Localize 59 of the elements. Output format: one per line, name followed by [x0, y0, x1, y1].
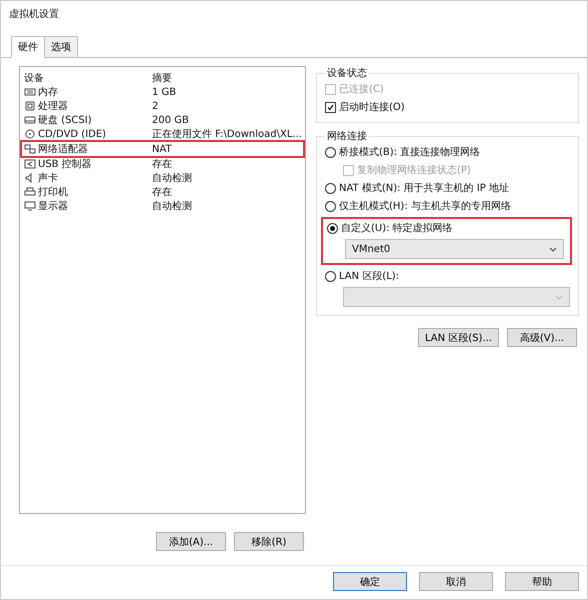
group-title: 网络连接	[326, 130, 368, 143]
device-name: USB 控制器	[38, 158, 92, 171]
device-row[interactable]: USB 控制器 存在	[22, 157, 303, 171]
dialog-button[interactable]: 确定	[333, 572, 407, 591]
monitor-icon	[24, 201, 36, 211]
network-icon	[24, 144, 36, 154]
device-row[interactable]: 内存 1 GB	[22, 85, 303, 99]
device-row[interactable]: 显示器 自动检测	[22, 199, 303, 213]
device-row[interactable]: 网络适配器 NAT	[20, 140, 305, 158]
chip-icon	[24, 101, 36, 111]
device-name: 内存	[38, 86, 58, 99]
device-row[interactable]: 声卡 自动检测	[22, 171, 303, 185]
device-summary: 正在使用文件 F:\Download\XL...	[152, 128, 303, 141]
device-summary: 2	[152, 100, 160, 112]
radio-option[interactable]: 桥接模式(B): 直接连接物理网络	[325, 145, 570, 159]
tab[interactable]: 硬件	[11, 36, 45, 58]
device-summary: 自动检测	[152, 200, 193, 213]
dialog-button[interactable]: 帮助	[505, 572, 579, 591]
device-row[interactable]: 打印机 存在	[22, 185, 303, 199]
device-name: CD/DVD (IDE)	[38, 128, 106, 140]
chevron-down-icon	[555, 294, 563, 300]
device-name: 处理器	[38, 100, 68, 113]
disc-icon	[24, 129, 36, 139]
device-name: 网络适配器	[38, 142, 88, 156]
dialog-button[interactable]: 取消	[419, 572, 493, 591]
radio-option[interactable]: 仅主机模式(H): 与主机共享的专用网络	[325, 199, 570, 213]
window-title: 虚拟机设置	[8, 8, 60, 22]
column-header: 摘要	[152, 72, 173, 85]
device-row[interactable]: CD/DVD (IDE) 正在使用文件 F:\Download\XL...	[22, 127, 303, 141]
device-summary: 1 GB	[152, 86, 178, 98]
device-row[interactable]: 处理器 2	[22, 99, 303, 113]
checkbox-option[interactable]: 启动时连接(O)	[325, 100, 570, 114]
list-button[interactable]: 移除(R)	[234, 532, 304, 551]
device-summary: 存在	[152, 186, 173, 199]
group-title: 设备状态	[326, 66, 368, 80]
drive-icon	[24, 115, 36, 125]
list-button[interactable]: 添加(A)...	[156, 532, 226, 551]
chevron-down-icon	[549, 246, 557, 252]
memory-icon	[24, 87, 36, 97]
device-summary: 自动检测	[152, 172, 193, 185]
tab[interactable]: 选项	[44, 36, 78, 58]
usb-icon	[24, 159, 36, 169]
radio-option[interactable]: LAN 区段(L):	[325, 269, 570, 283]
printer-icon	[24, 187, 36, 197]
device-name: 硬盘 (SCSI)	[38, 114, 92, 127]
network-button[interactable]: 高级(V)...	[507, 328, 577, 347]
radio-option[interactable]: 自定义(U): 特定虚拟网络	[327, 221, 564, 235]
device-row[interactable]: 硬盘 (SCSI) 200 GB	[22, 113, 303, 127]
network-dropdown[interactable]: VMnet0	[345, 239, 564, 259]
device-name: 打印机	[38, 186, 68, 199]
checkmark-icon	[327, 104, 334, 110]
device-summary: NAT	[152, 144, 173, 154]
column-header: 设备	[24, 72, 45, 85]
device-name: 声卡	[38, 172, 58, 185]
device-summary: 存在	[152, 158, 173, 171]
device-summary: 200 GB	[152, 114, 190, 126]
network-button[interactable]: LAN 区段(S)...	[418, 328, 499, 347]
radio-option[interactable]: NAT 模式(N): 用于共享主机的 IP 地址	[325, 181, 570, 195]
device-name: 显示器	[38, 200, 68, 213]
